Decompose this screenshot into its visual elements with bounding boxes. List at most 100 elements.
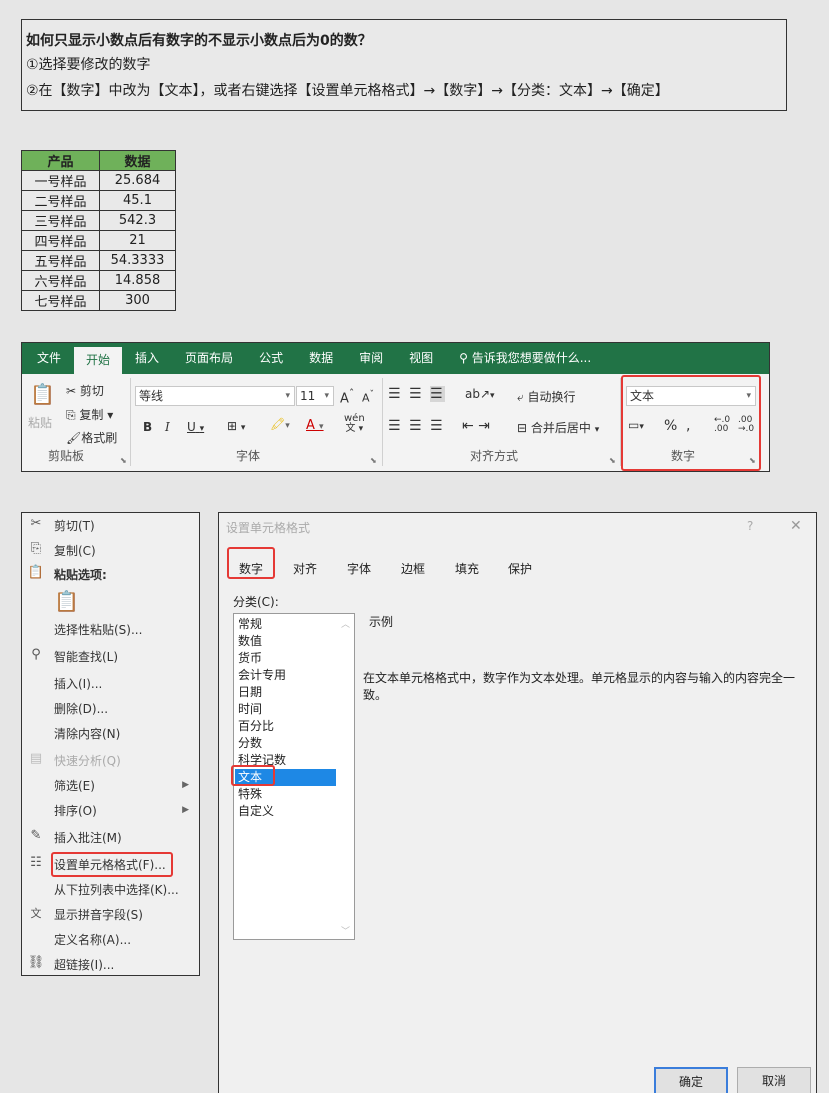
underline-button[interactable]: U ▾	[187, 420, 204, 434]
category-item[interactable]: 货币	[238, 650, 262, 667]
tab-review[interactable]: 审阅	[346, 343, 396, 374]
table-cell[interactable]: 三号样品	[21, 210, 100, 231]
excel-ribbon: 文件 开始 插入 页面布局 公式 数据 审阅 视图 ⚲ 告诉我您想要做什么...…	[21, 342, 770, 472]
instruction-step-2: ②在【数字】中改为【文本】，或者右键选择【设置单元格格式】→【数字】→【分类：文…	[26, 83, 669, 99]
wrap-text-button[interactable]: ⤶ 自动换行	[517, 388, 576, 405]
tab-protection[interactable]: 保护	[508, 560, 532, 577]
paste-option-icon[interactable]: 📋	[54, 591, 79, 611]
tab-page-layout[interactable]: 页面布局	[172, 343, 246, 374]
tab-font[interactable]: 字体	[347, 560, 371, 577]
menu-item-cut[interactable]: 剪切(T)	[54, 516, 95, 536]
table-cell[interactable]: 21	[99, 230, 176, 251]
table-cell[interactable]: 五号样品	[21, 250, 100, 271]
copy-icon: ⎘	[30, 541, 42, 556]
table-cell[interactable]: 七号样品	[21, 290, 100, 311]
brush-icon: 🖌	[66, 431, 82, 445]
border-icon[interactable]: ⊞ ▾	[227, 419, 245, 433]
menu-item-paste-special[interactable]: 选择性粘贴(S)...	[54, 620, 142, 640]
tab-file[interactable]: 文件	[24, 343, 74, 374]
dialog-title: 设置单元格格式	[226, 521, 311, 535]
orientation-icon[interactable]: ab↗▾	[465, 387, 495, 401]
tell-me-box[interactable]: ⚲ 告诉我您想要做什么...	[446, 343, 604, 374]
tab-insert[interactable]: 插入	[122, 343, 172, 374]
menu-item-insert-comment[interactable]: 插入批注(M)	[54, 828, 122, 848]
category-item[interactable]: 时间	[238, 701, 262, 718]
paste-button[interactable]: 粘贴	[28, 414, 52, 431]
tab-fill[interactable]: 填充	[455, 560, 479, 577]
grow-font-icon[interactable]: Aˆ	[340, 387, 354, 406]
format-cells-icon: ☷	[30, 855, 42, 870]
category-item[interactable]: 日期	[238, 684, 262, 701]
menu-item-define-name[interactable]: 定义名称(A)...	[54, 930, 131, 950]
table-cell[interactable]: 54.3333	[99, 250, 176, 271]
cancel-button[interactable]: 取消	[737, 1067, 811, 1093]
table-cell[interactable]: 二号样品	[21, 190, 100, 211]
ribbon-body: 📋 粘贴 ✂ 剪切 ⎘ 复制 ▾ 🖌格式刷 剪贴板 ⬊ 等线 ▾ 11 ▾ Aˆ A…	[22, 374, 769, 471]
category-item[interactable]: 自定义	[238, 803, 274, 820]
scroll-up-icon[interactable]: ︿	[341, 617, 350, 630]
table-cell[interactable]: 六号样品	[21, 270, 100, 291]
table-cell[interactable]: 四号样品	[21, 230, 100, 251]
category-item[interactable]: 分数	[238, 735, 262, 752]
tab-home[interactable]: 开始	[74, 347, 123, 374]
table-row: 五号样品 54.3333	[21, 250, 176, 271]
clipboard-launcher-icon[interactable]: ⬊	[120, 456, 127, 465]
menu-item-show-phonetic[interactable]: 显示拼音字段(S)	[54, 905, 143, 925]
column-header-data[interactable]: 数据	[99, 150, 176, 171]
table-cell[interactable]: 542.3	[99, 210, 176, 231]
menu-item-pick-from-list[interactable]: 从下拉列表中选择(K)...	[54, 880, 179, 900]
table-row: 二号样品 45.1	[21, 190, 176, 211]
fill-color-icon[interactable]: 🖍▾	[270, 417, 290, 431]
menu-item-copy[interactable]: 复制(C)	[54, 541, 96, 561]
phonetic-icon[interactable]: wén 文 ▾	[344, 414, 365, 435]
cut-button[interactable]: ✂ 剪切	[66, 382, 104, 399]
table-cell[interactable]: 300	[99, 290, 176, 311]
indent-icons[interactable]: ⇤ ⇥	[462, 418, 490, 434]
font-color-icon[interactable]: A ▾	[306, 418, 324, 433]
copy-button[interactable]: ⎘ 复制 ▾	[66, 406, 113, 423]
menu-item-insert[interactable]: 插入(I)...	[54, 674, 102, 694]
table-cell[interactable]: 25.684	[99, 170, 176, 191]
alignment-launcher-icon[interactable]: ⬊	[609, 456, 616, 465]
horizontal-align-icons[interactable]: ☰ ☰ ☰	[388, 418, 445, 434]
submenu-arrow-icon: ▶	[182, 805, 189, 815]
menu-item-clear-contents[interactable]: 清除内容(N)	[54, 724, 120, 744]
vertical-align-icons[interactable]: ☰ ☰ ☰	[388, 386, 445, 402]
category-item[interactable]: 会计专用	[238, 667, 286, 684]
help-button[interactable]: ?	[747, 519, 753, 533]
font-name-combo[interactable]: 等线 ▾	[135, 386, 295, 406]
tab-formulas[interactable]: 公式	[246, 343, 296, 374]
table-row: 一号样品 25.684	[21, 170, 176, 191]
merge-center-button[interactable]: ⊟ 合并后居中 ▾	[517, 419, 599, 436]
font-launcher-icon[interactable]: ⬊	[370, 456, 377, 465]
category-item[interactable]: 数值	[238, 633, 262, 650]
tab-data[interactable]: 数据	[296, 343, 346, 374]
scroll-down-icon[interactable]: ﹀	[341, 924, 350, 937]
menu-item-hyperlink[interactable]: 超链接(I)...	[54, 955, 114, 975]
ok-button[interactable]: 确定	[654, 1067, 728, 1093]
format-painter-button[interactable]: 🖌格式刷	[66, 429, 117, 446]
tell-me-text: 告诉我您想要做什么...	[471, 351, 592, 365]
tab-view[interactable]: 视图	[396, 343, 446, 374]
table-cell[interactable]: 一号样品	[21, 170, 100, 191]
context-menu: ✂ 剪切(T) ⎘ 复制(C) 📋 粘贴选项: 📋 选择性粘贴(S)... ⚲ …	[21, 512, 200, 976]
category-item[interactable]: 常规	[238, 616, 262, 633]
font-size-combo[interactable]: 11 ▾	[296, 386, 334, 406]
shrink-font-icon[interactable]: Aˇ	[362, 389, 374, 405]
paste-icon[interactable]: 📋	[30, 382, 55, 406]
tab-alignment[interactable]: 对齐	[293, 560, 317, 577]
menu-item-delete[interactable]: 删除(D)...	[54, 699, 108, 719]
bold-button[interactable]: B	[143, 420, 152, 434]
category-item[interactable]: 百分比	[238, 718, 274, 735]
category-item[interactable]: 特殊	[238, 786, 262, 803]
table-cell[interactable]: 14.858	[99, 270, 176, 291]
italic-button[interactable]: I	[165, 420, 170, 434]
menu-item-smart-lookup[interactable]: 智能查找(L)	[54, 647, 118, 667]
column-header-product[interactable]: 产品	[21, 150, 100, 171]
menu-item-filter[interactable]: 筛选(E)	[54, 776, 95, 796]
tab-border[interactable]: 边框	[401, 560, 425, 577]
menu-item-sort[interactable]: 排序(O)	[54, 801, 97, 821]
table-cell[interactable]: 45.1	[99, 190, 176, 211]
close-icon[interactable]: ✕	[790, 518, 802, 534]
copy-icon: ⎘	[66, 408, 80, 422]
